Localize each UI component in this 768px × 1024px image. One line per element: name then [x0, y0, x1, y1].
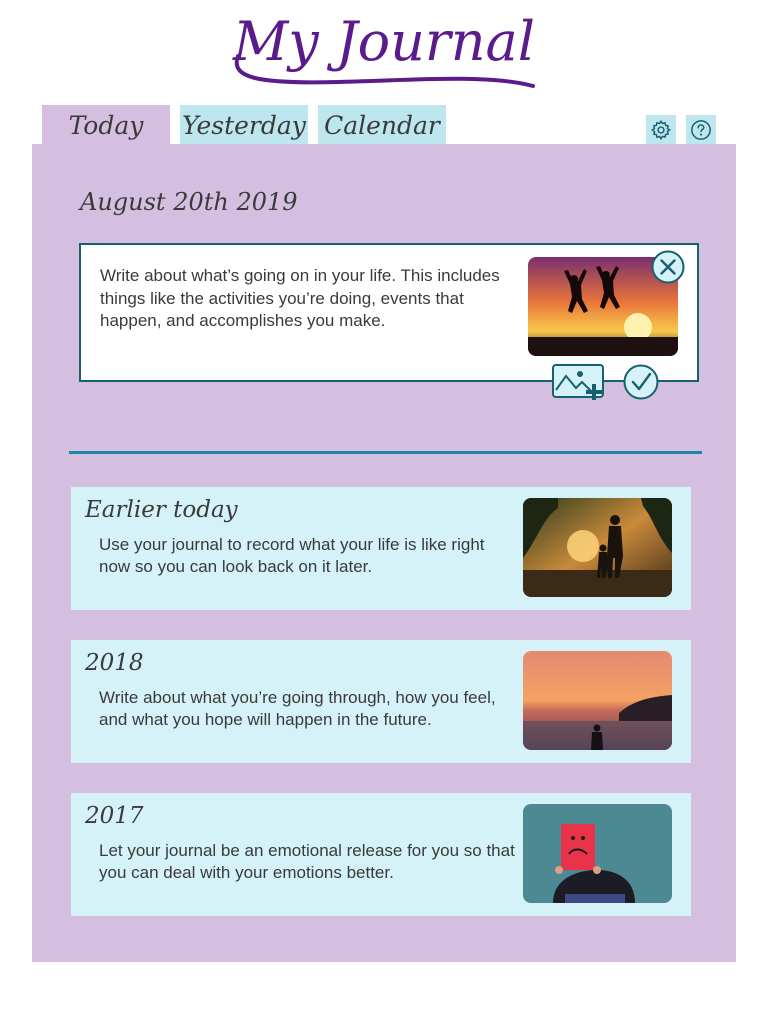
entry-title: 2018	[85, 650, 144, 676]
entry-text: Let your journal be an emotional release…	[99, 841, 515, 882]
entry-photo	[523, 804, 672, 903]
journal-panel: August 20th 2019 Write about what’s goin…	[32, 144, 736, 962]
tab-today[interactable]: Today	[42, 105, 170, 147]
section-divider	[69, 451, 702, 454]
entry-date-heading: August 20th 2019	[80, 188, 298, 216]
settings-button[interactable]	[646, 115, 676, 145]
checkmark-icon[interactable]	[623, 364, 659, 400]
add-image-icon[interactable]	[552, 364, 606, 402]
journal-entry-card[interactable]: 2018 Write about what you’re going throu…	[71, 640, 691, 763]
tab-calendar[interactable]: Calendar	[318, 105, 446, 145]
help-icon	[691, 120, 711, 140]
entry-title: Earlier today	[85, 497, 238, 523]
new-entry-box[interactable]: Write about what’s going on in your life…	[79, 243, 699, 382]
tab-yesterday[interactable]: Yesterday	[180, 105, 308, 145]
entry-photo	[523, 651, 672, 750]
entry-title: 2017	[85, 803, 144, 829]
help-button[interactable]	[686, 115, 716, 145]
journal-entry-card[interactable]: Earlier today Use your journal to record…	[71, 487, 691, 610]
title-swoosh-decoration	[234, 54, 535, 88]
close-icon[interactable]	[651, 250, 685, 284]
journal-entry-card[interactable]: 2017 Let your journal be an emotional re…	[71, 793, 691, 916]
entry-photo	[523, 498, 672, 597]
gear-icon	[650, 119, 671, 141]
entry-text: Write about what you’re going through, h…	[99, 688, 496, 729]
new-entry-text-area[interactable]: Write about what’s going on in your life…	[100, 265, 500, 333]
entry-text: Use your journal to record what your lif…	[99, 535, 485, 576]
